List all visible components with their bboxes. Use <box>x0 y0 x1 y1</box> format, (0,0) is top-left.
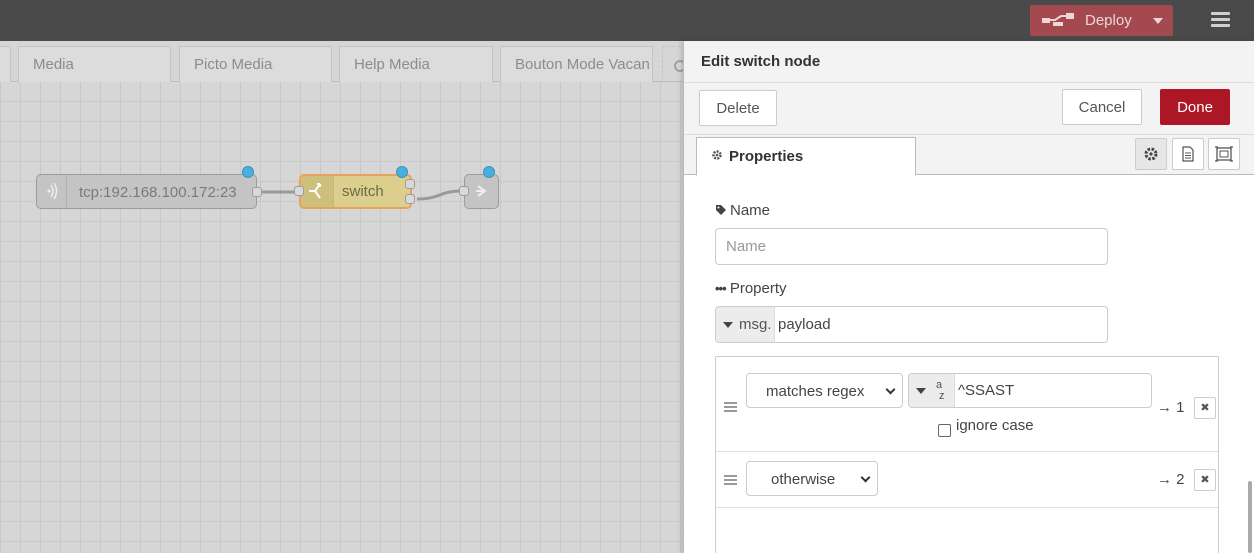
chevron-down-icon <box>885 384 896 395</box>
caret-down-icon <box>723 322 733 328</box>
tcp-icon <box>47 182 58 200</box>
output-port-1[interactable] <box>405 179 415 189</box>
link-out-icon <box>476 185 487 197</box>
property-label-row: ••• Property <box>715 280 787 297</box>
link-out-node[interactable] <box>459 174 499 209</box>
ignore-case-label: ignore case <box>956 417 1034 434</box>
tray-header: Edit switch node <box>684 41 1254 83</box>
rule-output: → 2 <box>1157 471 1185 488</box>
list-item: matches regex a z ^SSAST → 1 ✖ ignore ca… <box>716 357 1218 452</box>
cog-icon <box>1144 147 1158 161</box>
az-string-icon: a z <box>936 379 945 402</box>
rule-operator: otherwise <box>771 471 836 488</box>
changed-indicator <box>396 166 408 178</box>
rule-value[interactable]: ^SSAST <box>958 382 1014 399</box>
caret-down-icon <box>916 388 926 394</box>
ignore-case-checkbox[interactable] <box>938 424 951 437</box>
tcp-in-node[interactable]: tcp:192.168.100.172:23 <box>36 174 262 209</box>
tray-title: Edit switch node <box>701 53 821 70</box>
edit-tray: Edit switch node Delete Cancel Done Prop… <box>683 41 1254 553</box>
remove-icon: ✖ <box>1200 474 1210 486</box>
input-port[interactable] <box>294 186 304 196</box>
output-port[interactable] <box>252 187 262 197</box>
appearance-tab-button[interactable] <box>1208 138 1240 170</box>
property-value[interactable]: payload <box>778 316 831 333</box>
switch-node[interactable]: switch <box>294 174 415 209</box>
name-label: Name <box>730 202 771 219</box>
switch-icon <box>309 183 321 199</box>
description-icon <box>1182 146 1194 162</box>
rule-operator-select[interactable]: matches regex <box>746 373 903 408</box>
flow-workspace[interactable]: Media Picto Media Help Media Bouton Mode… <box>0 41 683 553</box>
list-item: otherwise → 2 ✖ <box>716 452 1218 508</box>
tab-properties[interactable]: Properties <box>696 137 916 176</box>
property-label: Property <box>729 280 787 297</box>
tray-tabs: Properties <box>684 135 1254 176</box>
rule-operator-select[interactable]: otherwise <box>746 461 878 496</box>
changed-indicator <box>242 166 254 178</box>
deploy-button[interactable]: Deploy <box>1030 5 1173 36</box>
menu-icon <box>1211 12 1230 15</box>
rule-value-type-select[interactable]: a z <box>909 374 955 407</box>
switch-node-label: switch <box>342 183 384 200</box>
cog-icon <box>711 148 723 165</box>
tray-toolbar: Delete Cancel Done <box>684 83 1254 135</box>
input-port[interactable] <box>459 186 469 196</box>
property-prefix: msg. <box>739 316 772 333</box>
drag-handle-icon[interactable] <box>724 402 737 412</box>
drag-handle-icon[interactable] <box>724 475 737 485</box>
tray-scrollbar[interactable] <box>1248 481 1252 553</box>
rules-list: matches regex a z ^SSAST → 1 ✖ ignore ca… <box>715 356 1219 553</box>
name-label-row: Name <box>715 202 770 219</box>
property-typed-input[interactable]: msg. payload <box>715 306 1108 343</box>
rule-value-input[interactable]: a z ^SSAST <box>908 373 1152 408</box>
output-port-2[interactable] <box>405 194 415 204</box>
ellipsis-icon: ••• <box>715 281 727 296</box>
name-input[interactable]: Name <box>715 228 1108 265</box>
app-header: Deploy <box>0 0 1254 41</box>
caret-down-icon[interactable] <box>1153 18 1163 24</box>
properties-tab-button[interactable] <box>1135 138 1167 170</box>
tag-icon <box>716 205 726 215</box>
deploy-icon <box>1042 13 1074 26</box>
cancel-button[interactable]: Cancel <box>1062 89 1142 125</box>
remove-rule-button[interactable]: ✖ <box>1194 397 1216 419</box>
chevron-down-icon <box>860 472 871 483</box>
wires <box>262 189 462 201</box>
remove-icon: ✖ <box>1200 402 1210 414</box>
rule-operator: matches regex <box>766 383 865 400</box>
tcp-node-label: tcp:192.168.100.172:23 <box>79 184 237 201</box>
property-type-select[interactable]: msg. <box>716 307 775 342</box>
done-button[interactable]: Done <box>1160 89 1230 125</box>
changed-indicator <box>483 166 495 178</box>
description-tab-button[interactable] <box>1172 138 1204 170</box>
tab-properties-label: Properties <box>729 148 804 165</box>
rule-output: → 1 <box>1157 399 1185 416</box>
appearance-icon <box>1215 146 1233 162</box>
delete-button[interactable]: Delete <box>699 90 777 126</box>
main-menu-button[interactable] <box>1205 8 1237 32</box>
deploy-label: Deploy <box>1085 12 1132 29</box>
remove-rule-button[interactable]: ✖ <box>1194 469 1216 491</box>
